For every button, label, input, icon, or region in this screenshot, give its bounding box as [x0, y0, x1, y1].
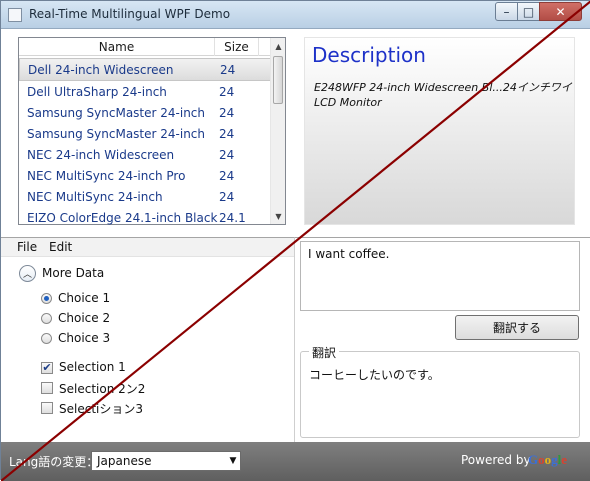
google-logo-letter: G [528, 452, 539, 467]
scroll-thumb[interactable] [273, 56, 283, 104]
google-logo-letter: e [561, 452, 568, 467]
selection-1-checkbox[interactable]: ✔ Selection 1 [41, 360, 221, 376]
row-size: 24.1 [219, 210, 246, 225]
selection-2-checkbox[interactable]: Selection 2ン2 [41, 380, 221, 396]
title-bar[interactable]: Real-Time Multilingual WPF Demo – □ ✕ [1, 1, 590, 29]
maximize-button[interactable]: □ [517, 2, 540, 21]
row-name: NEC MultiSync 24-inch Pro [27, 168, 186, 183]
top-area: Name Size Dell 24-inch Widescreen 24 Del… [1, 29, 590, 237]
app-window: Real-Time Multilingual WPF Demo – □ ✕ Na… [0, 0, 590, 481]
row-size: 24 [220, 62, 236, 77]
row-size: 24 [219, 147, 235, 162]
row-name: Samsung SyncMaster 24-inch [27, 105, 206, 120]
description-text: E248WFP 24-inch Widescreen Bl...24インチワイL… [314, 81, 572, 109]
close-button[interactable]: ✕ [539, 2, 582, 21]
translation-panel: I want coffee. 翻訳する 翻訳 コーヒーしたいのです。 [295, 237, 590, 442]
checkbox-box [41, 382, 53, 394]
column-header-size[interactable]: Size [215, 38, 259, 56]
scroll-down-icon[interactable]: ▼ [271, 210, 286, 222]
description-panel: Description E248WFP 24-inch Widescreen B… [304, 37, 575, 225]
options-panel: File Edit ︿ More Data Choice 1 Choice 2 … [1, 237, 295, 442]
selection-label: Selection 1 [59, 360, 126, 374]
list-row[interactable]: Samsung SyncMaster 24-inch 24 [19, 102, 271, 123]
column-header-name[interactable]: Name [19, 38, 215, 56]
selection-3-checkbox[interactable]: Selectiション3 [41, 400, 221, 416]
translation-result-text: コーヒーしたいのです。 [309, 368, 440, 382]
row-name: Dell UltraSharp 24-inch [27, 84, 167, 99]
choice-2-radio[interactable]: Choice 2 [41, 311, 201, 327]
row-name: Dell 24-inch Widescreen [28, 62, 174, 77]
checkmark-icon: ✔ [41, 361, 53, 374]
selection-label: Selection 2ン2 [59, 382, 146, 396]
menu-bar: File Edit [1, 238, 294, 257]
row-size: 24 [219, 126, 235, 141]
radio-dot [41, 293, 52, 304]
choice-3-radio[interactable]: Choice 3 [41, 331, 201, 347]
list-row[interactable]: NEC 24-inch Widescreen 24 [19, 144, 271, 165]
row-name: Samsung SyncMaster 24-inch [27, 126, 206, 141]
row-size: 24 [219, 84, 235, 99]
translation-result-group: 翻訳 コーヒーしたいのです。 [300, 344, 580, 438]
row-size: 24 [219, 189, 235, 204]
row-size: 24 [219, 168, 235, 183]
list-scrollbar[interactable]: ▲ ▼ [270, 38, 285, 224]
list-row[interactable]: Dell UltraSharp 24-inch 24 [19, 81, 271, 102]
app-icon [8, 8, 22, 22]
menu-edit[interactable]: Edit [49, 240, 72, 254]
row-size: 24 [219, 105, 235, 120]
result-legend: 翻訳 [309, 344, 340, 361]
checkbox-box [41, 402, 53, 414]
chevron-up-icon[interactable]: ︿ [19, 265, 36, 282]
google-logo: Google [528, 452, 567, 468]
list-rows: Dell 24-inch Widescreen 24 Dell UltraSha… [19, 58, 271, 228]
radio-dot [41, 333, 52, 344]
scroll-up-icon[interactable]: ▲ [271, 40, 286, 52]
selection-label: Selectiション3 [59, 402, 143, 416]
language-select[interactable]: Japanese ▼ [91, 451, 241, 471]
language-value: Japanese [97, 454, 152, 468]
choice-label: Choice 1 [58, 291, 111, 305]
list-row[interactable]: NEC MultiSync 24-inch 24 [19, 186, 271, 207]
language-label: Lang語の変更： [9, 455, 99, 469]
row-name: NEC 24-inch Widescreen [27, 147, 175, 162]
list-header: Name Size [19, 38, 285, 56]
list-row[interactable]: Samsung SyncMaster 24-inch 24 [19, 123, 271, 144]
description-title: Description [312, 43, 426, 67]
choice-label: Choice 3 [58, 331, 111, 345]
radio-dot [41, 313, 52, 324]
choice-label: Choice 2 [58, 311, 111, 325]
more-data-expander[interactable]: ︿ More Data [19, 265, 139, 283]
powered-by-text: Powered by [461, 453, 531, 467]
list-row[interactable]: NEC MultiSync 24-inch Pro 24 [19, 165, 271, 186]
row-name: EIZO ColorEdge 24.1-inch Black [27, 210, 218, 225]
dropdown-arrow-icon[interactable]: ▼ [226, 452, 240, 470]
list-row[interactable]: EIZO ColorEdge 24.1-inch Black 24.1 [19, 207, 271, 228]
menu-file[interactable]: File [17, 240, 37, 254]
product-list[interactable]: Name Size Dell 24-inch Widescreen 24 Del… [18, 37, 286, 225]
row-name: NEC MultiSync 24-inch [27, 189, 163, 204]
source-text-input[interactable]: I want coffee. [300, 241, 580, 311]
minimize-button[interactable]: – [495, 2, 518, 21]
choice-1-radio[interactable]: Choice 1 [41, 291, 201, 307]
status-bar: Lang語の変更： Japanese ▼ Powered by Google [1, 442, 590, 481]
list-row[interactable]: Dell 24-inch Widescreen 24 [19, 58, 271, 81]
translate-button[interactable]: 翻訳する [455, 315, 579, 340]
window-title: Real-Time Multilingual WPF Demo [29, 7, 231, 21]
expander-label: More Data [42, 266, 105, 280]
